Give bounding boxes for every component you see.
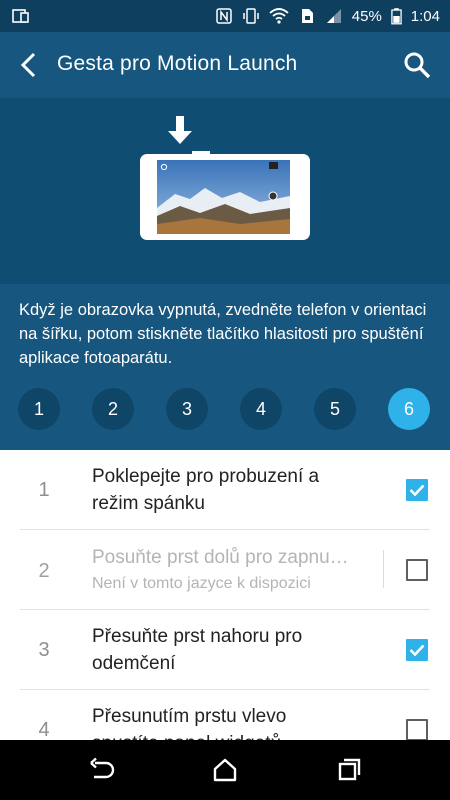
item-title-line: Přesunutím prstu vlevo [92,706,287,727]
nav-home-icon[interactable] [210,755,240,785]
vibrate-icon [243,8,259,24]
app-bar: Gesta pro Motion Launch [0,32,450,98]
search-icon[interactable] [402,50,432,80]
list-item[interactable]: 3 Přesuňte prst nahoru pro odemčení [0,610,450,690]
item-title-line: Poklepejte pro probuzení a [92,466,320,487]
step-2[interactable]: 2 [92,388,134,430]
item-title-line: režim spánku [92,493,205,514]
gesture-illustration [0,98,450,284]
item-title-line: Přesuňte prst nahoru pro [92,626,303,647]
item-number: 2 [38,560,50,582]
back-arrow-icon[interactable] [14,50,44,80]
navigation-bar [0,740,450,800]
checkbox-unchecked[interactable] [406,559,428,581]
step-3[interactable]: 3 [166,388,208,430]
page-title: Gesta pro Motion Launch [57,52,298,75]
wifi-icon [269,8,289,24]
nav-recents-icon[interactable] [334,755,364,785]
step-6[interactable]: 6 [388,388,430,430]
divider [383,550,384,588]
nfc-icon [216,8,232,24]
list-item[interactable]: 1 Poklepejte pro probuzení a režim spánk… [0,450,450,530]
sim-icon [301,9,313,23]
down-arrow-icon [168,116,192,144]
check-icon [409,644,425,657]
step-5[interactable]: 5 [314,388,356,430]
item-number: 1 [38,479,50,501]
item-title-line: spustíte panel widgetů [92,730,378,740]
check-icon [409,484,425,497]
checkbox-checked[interactable] [406,639,428,661]
step-1[interactable]: 1 [18,388,60,430]
nav-back-icon[interactable] [86,755,116,785]
checkbox-checked[interactable] [406,479,428,501]
item-number: 4 [38,719,50,740]
item-title: Poklepejte pro probuzení a režim spánku [92,463,378,517]
phone-landscape-camera-illustration [140,116,310,240]
list-item[interactable]: 4 Přesunutím prstu vlevo spustíte panel … [0,690,450,740]
battery-percent: 45% [351,7,382,25]
list-item[interactable]: 2 Posuňte prst dolů pro zapnu… Není v to… [0,530,450,610]
status-bar: 45% 1:04 [0,0,450,32]
item-number: 3 [38,639,50,661]
instruction-panel: Když je obrazovka vypnutá, zvedněte tele… [0,284,450,450]
gesture-list: 1 Poklepejte pro probuzení a režim spánk… [0,450,450,740]
screen-mirror-icon [12,9,29,23]
signal-icon [326,9,341,23]
step-4[interactable]: 4 [240,388,282,430]
gesture-description: Když je obrazovka vypnutá, zvedněte tele… [19,301,427,367]
item-title: Posuňte prst dolů pro zapnu… [92,547,349,568]
item-title: Přesuňte prst nahoru pro odemčení [92,623,378,677]
battery-icon [391,8,402,25]
item-title: Přesunutím prstu vlevo spustíte panel wi… [92,703,378,740]
item-title-line: odemčení [92,653,176,674]
item-subtitle: Není v tomto jazyce k dispozici [92,575,311,592]
checkbox-unchecked[interactable] [406,719,428,740]
step-indicator: 1 2 3 4 5 6 [18,388,432,432]
clock: 1:04 [410,7,440,25]
